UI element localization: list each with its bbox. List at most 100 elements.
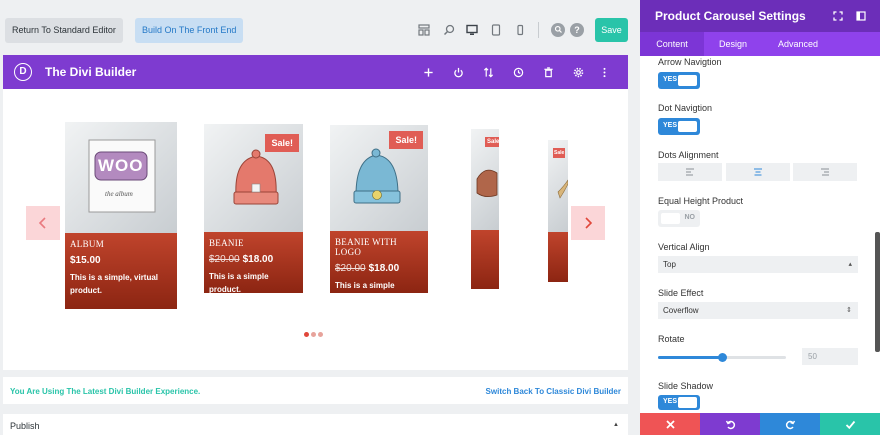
product-card-beanie-with-logo[interactable]: Sale! BEANIE WITH LOGO $20.00 $18.00 This…: [330, 125, 428, 293]
close-icon: [665, 419, 675, 429]
toggle-state: NO: [684, 214, 696, 221]
toggle-knob: [678, 397, 697, 408]
tablet-view-icon[interactable]: [489, 23, 503, 37]
phone-view-icon[interactable]: [513, 23, 527, 37]
product-info: [548, 232, 568, 282]
search-icon[interactable]: [551, 23, 565, 37]
build-on-front-end-button[interactable]: Build On The Front End: [135, 18, 243, 43]
product-info: BEANIE WITH LOGO $20.00 $18.00 This is a …: [330, 231, 428, 293]
product-name: BEANIE: [209, 238, 244, 248]
product-card-partial[interactable]: Sale: [548, 140, 568, 282]
equal-height-label: Equal Height Product: [658, 196, 744, 206]
align-center-button[interactable]: [726, 163, 790, 181]
slide-effect-select[interactable]: Coverflow ⇕: [658, 302, 858, 319]
expand-icon[interactable]: [832, 10, 844, 22]
sale-badge: Sale!: [265, 134, 299, 152]
toggle-state: YES: [663, 76, 678, 83]
carousel-dots: [304, 332, 323, 337]
more-options-icon[interactable]: [597, 65, 611, 79]
switch-classic-builder-link[interactable]: Switch Back To Classic Divi Builder: [486, 387, 621, 396]
tab-content[interactable]: Content: [640, 32, 704, 56]
product-price: $15.00: [70, 255, 101, 266]
align-right-button[interactable]: [793, 163, 857, 181]
settings-panel-header: Product Carousel Settings: [640, 0, 880, 32]
desktop-view-icon[interactable]: [465, 23, 479, 37]
top-toolbar: Return To Standard Editor Build On The F…: [0, 0, 638, 56]
cancel-button[interactable]: [640, 413, 700, 435]
settings-panel-title: Product Carousel Settings: [655, 9, 806, 23]
tab-advanced[interactable]: Advanced: [762, 32, 834, 56]
carousel-next-arrow[interactable]: [571, 206, 605, 240]
zoom-icon[interactable]: [442, 23, 456, 37]
rotate-value-input[interactable]: 50: [802, 348, 858, 365]
arrow-navigation-toggle[interactable]: YES: [658, 72, 700, 89]
vertical-align-select[interactable]: Top ▴: [658, 256, 858, 273]
sale-badge: Sale: [485, 137, 499, 147]
rotate-slider-handle[interactable]: [717, 353, 727, 362]
product-card-album[interactable]: WOO the album ALBUM $15.00 This is a sim…: [65, 122, 177, 309]
equal-height-toggle[interactable]: NO: [658, 210, 700, 227]
sort-icon[interactable]: [481, 65, 495, 79]
product-price: $20.00 $18.00: [335, 263, 423, 274]
select-value: Coverflow: [663, 306, 699, 315]
slide-shadow-toggle[interactable]: YES: [658, 395, 700, 410]
album-art-subtitle: the album: [105, 190, 133, 198]
history-icon[interactable]: [511, 65, 525, 79]
product-info: BEANIE $20.00 $18.00 This is a simple pro…: [204, 232, 303, 293]
product-price: $20.00 $18.00: [209, 254, 298, 265]
product-card-partial[interactable]: Sale: [471, 129, 499, 289]
product-image: WOO the album: [65, 122, 177, 233]
select-caret-icon: ▴: [848, 261, 852, 268]
rotate-label: Rotate: [658, 334, 685, 344]
publish-box[interactable]: Publish ▲: [3, 414, 628, 435]
undo-button[interactable]: [700, 413, 760, 435]
slide-shadow-label: Slide Shadow: [658, 381, 714, 391]
carousel-prev-arrow[interactable]: [26, 206, 60, 240]
add-icon[interactable]: [421, 65, 435, 79]
builder-canvas: WOO the album ALBUM $15.00 This is a sim…: [3, 89, 628, 370]
toolbar-divider: [538, 22, 539, 38]
product-card-beanie[interactable]: Sale! BEANIE $20.00 $18.00 This is a simp…: [204, 124, 303, 293]
publish-label: Publish: [10, 421, 40, 431]
carousel-dot[interactable]: [311, 332, 316, 337]
divi-logo: D: [14, 63, 32, 81]
product-old-price: $20.00: [335, 263, 366, 274]
gear-icon[interactable]: [571, 65, 585, 79]
tab-design[interactable]: Design: [704, 32, 762, 56]
product-description: This is a simple product.: [335, 281, 395, 290]
align-left-icon: [686, 168, 694, 176]
select-value: Top: [663, 260, 676, 269]
rotate-slider-fill: [658, 356, 722, 359]
align-center-icon: [754, 168, 762, 176]
confirm-button[interactable]: [820, 413, 880, 435]
product-sale-price: $18.00: [368, 263, 400, 274]
settings-panel: Product Carousel Settings Content Design…: [640, 0, 880, 435]
sidebar-toggle-icon[interactable]: [855, 10, 867, 22]
carousel-dot[interactable]: [318, 332, 323, 337]
product-info: ALBUM $15.00 This is a simple, virtual p…: [65, 233, 177, 309]
align-right-icon: [821, 168, 829, 176]
product-sale-price: $18.00: [242, 254, 274, 265]
product-info: [471, 230, 499, 289]
vertical-align-label: Vertical Align: [658, 242, 710, 252]
toggle-knob: [678, 75, 697, 86]
trash-icon[interactable]: [541, 65, 555, 79]
toggle-knob: [661, 213, 680, 224]
align-left-button[interactable]: [658, 163, 722, 181]
help-icon[interactable]: ?: [570, 23, 584, 37]
power-icon[interactable]: [451, 65, 465, 79]
chevron-left-icon: [38, 217, 46, 229]
redo-button[interactable]: [760, 413, 820, 435]
dot-navigation-toggle[interactable]: YES: [658, 118, 700, 135]
settings-tabs: Content Design Advanced: [640, 32, 880, 56]
wireframe-icon[interactable]: [417, 23, 431, 37]
toggle-state: YES: [663, 398, 678, 405]
save-button[interactable]: Save: [595, 18, 628, 42]
carousel-dot[interactable]: [304, 332, 309, 337]
collapse-up-icon[interactable]: ▲: [613, 422, 619, 428]
return-to-standard-editor-button[interactable]: Return To Standard Editor: [5, 18, 123, 43]
sale-badge: Sale: [553, 148, 566, 158]
panel-scrollbar[interactable]: [875, 232, 880, 352]
toggle-state: YES: [663, 122, 678, 129]
sale-badge: Sale!: [389, 131, 423, 149]
